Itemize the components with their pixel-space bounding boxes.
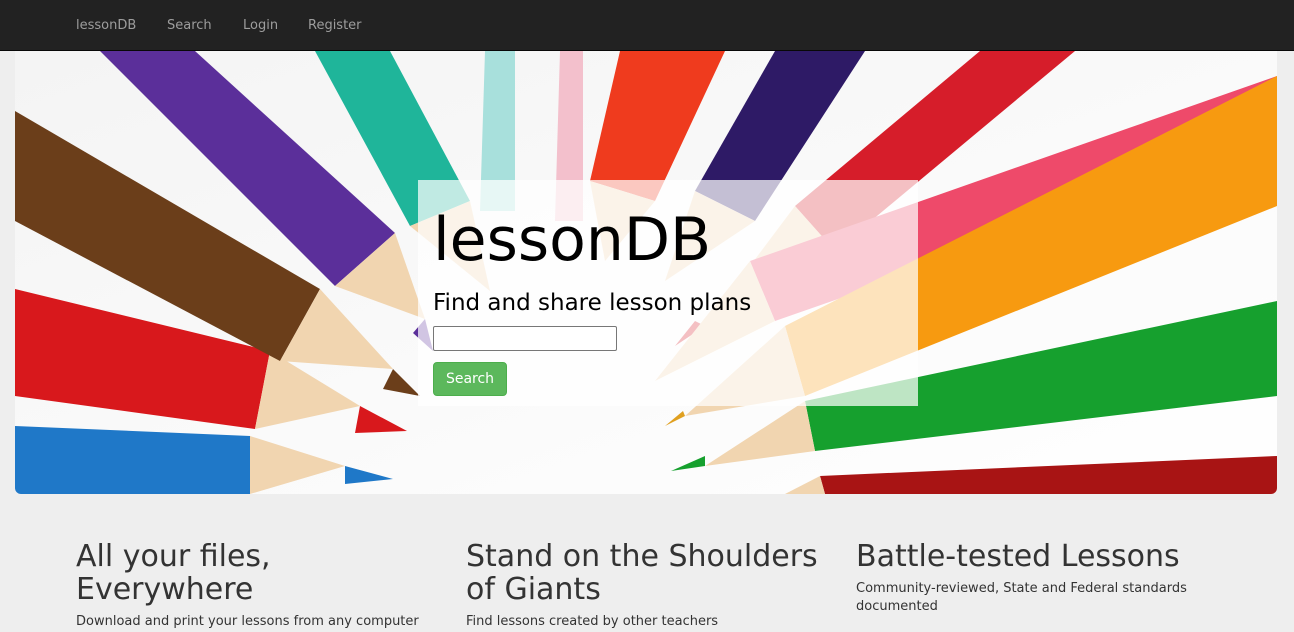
feature-files: All your files, Everywhere Download and … <box>76 540 446 631</box>
nav-link-register[interactable]: Register <box>308 18 362 33</box>
nav-link-search[interactable]: Search <box>167 18 212 33</box>
feature-title: All your files, Everywhere <box>76 539 271 607</box>
hero-title: lessonDB <box>433 205 712 275</box>
nav-link-login[interactable]: Login <box>243 18 278 33</box>
feature-text: Download and print your lessons from any… <box>76 614 419 629</box>
lesson-search-input[interactable] <box>433 326 617 351</box>
brand-link[interactable]: lessonDB <box>76 18 136 33</box>
hero-subtitle: Find and share lesson plans <box>433 290 752 316</box>
search-button[interactable]: Search <box>433 362 507 396</box>
feature-text: Community-reviewed, State and Federal st… <box>856 581 1187 614</box>
feature-text: Find lessons created by other teachers <box>466 614 719 629</box>
top-navbar: lessonDB Search Login Register <box>0 0 1294 51</box>
feature-title: Stand on the Shoulders of Giants <box>466 539 818 607</box>
feature-title: Battle-tested Lessons <box>856 539 1180 574</box>
hero-jumbotron: lessonDB Find and share lesson plans Sea… <box>15 51 1277 494</box>
feature-giants: Stand on the Shoulders of Giants Find le… <box>466 540 836 631</box>
feature-battle-tested: Battle-tested Lessons Community-reviewed… <box>856 540 1226 616</box>
hero-search-panel: lessonDB Find and share lesson plans Sea… <box>418 180 918 406</box>
